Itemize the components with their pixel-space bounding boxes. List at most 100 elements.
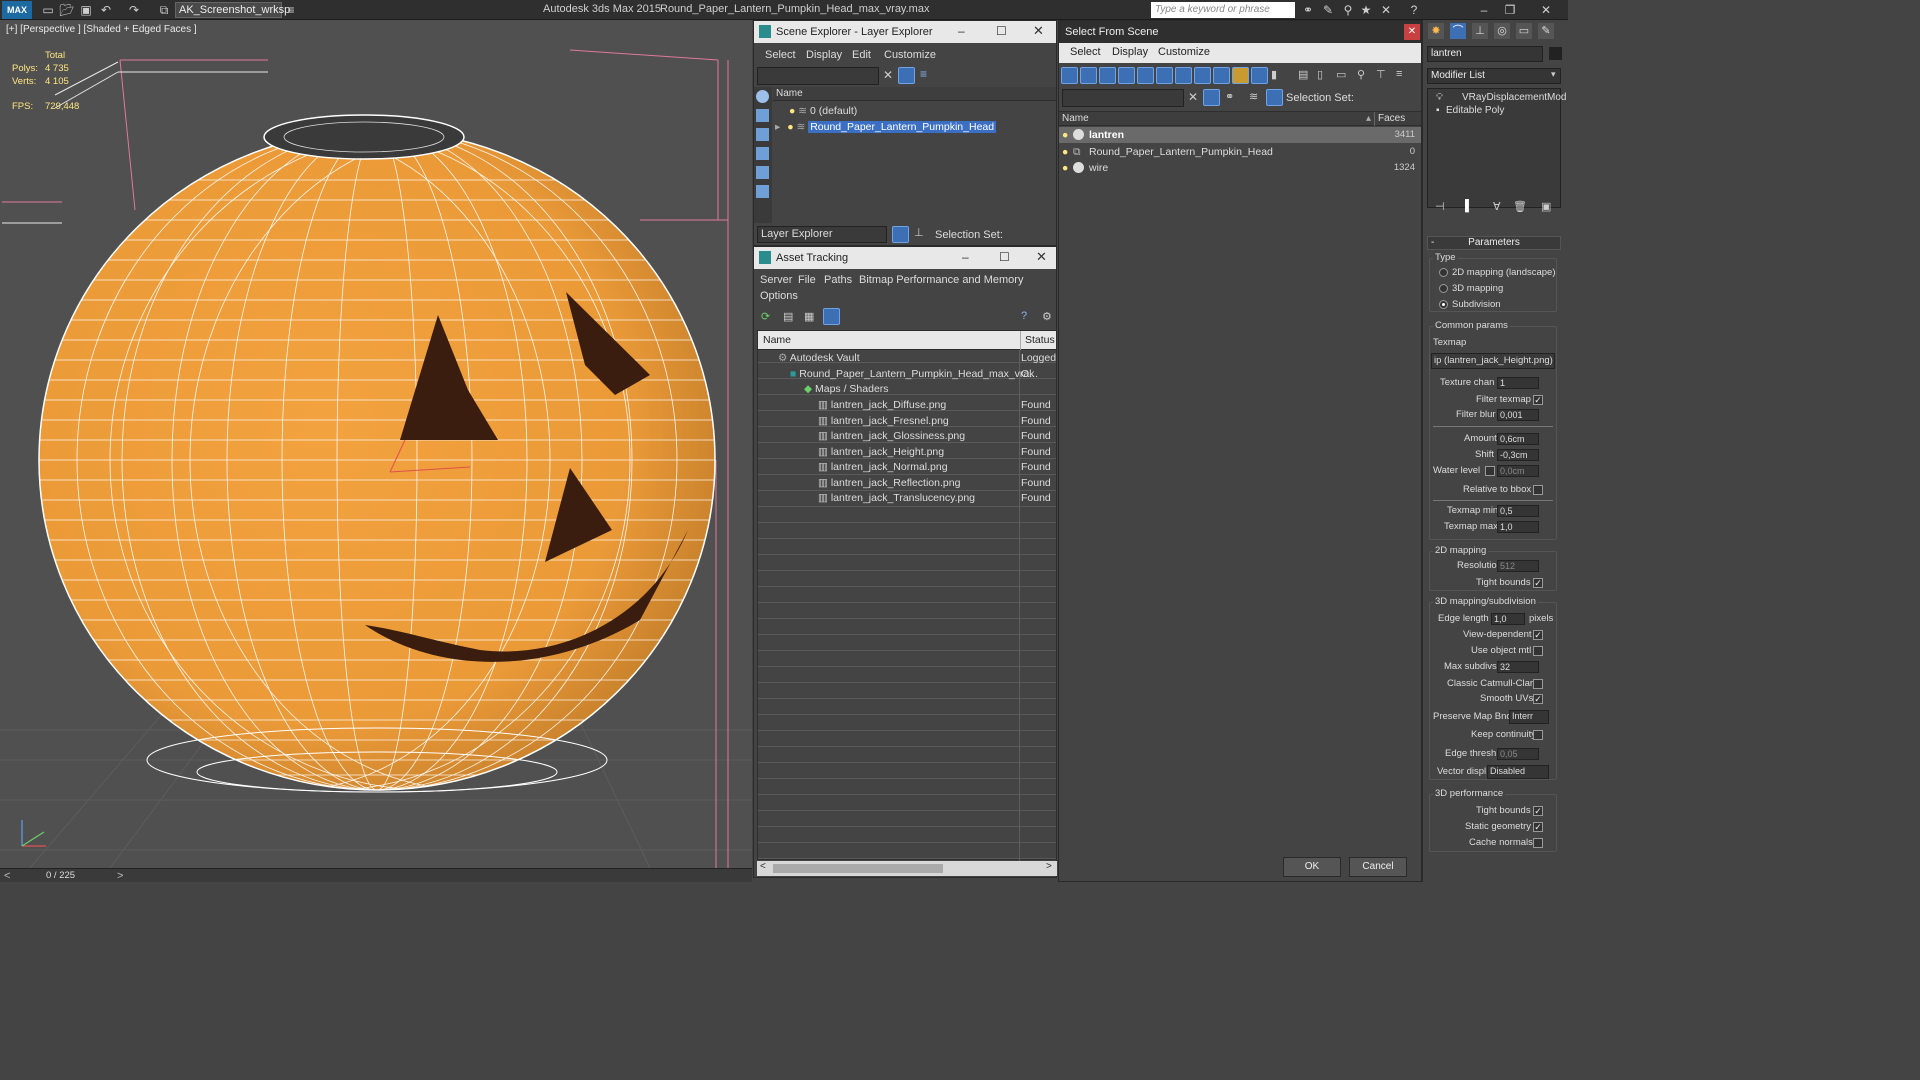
open-file-icon[interactable]: 📂︎: [59, 2, 75, 18]
restore-window-icon[interactable]: ❐: [1502, 2, 1518, 18]
menu-display[interactable]: Display: [806, 49, 842, 61]
view-dependent-checkbox[interactable]: ✓: [1533, 630, 1543, 640]
layer-explorer-toggle-icon[interactable]: [892, 226, 909, 243]
filter-icon[interactable]: [1203, 89, 1220, 106]
refresh-icon[interactable]: ⟳: [761, 310, 770, 323]
name-column-header[interactable]: Name: [763, 331, 791, 350]
light-bulb-icon[interactable]: ●: [1062, 127, 1068, 143]
menu-display[interactable]: Display: [1112, 46, 1148, 58]
menu-options[interactable]: Options: [760, 290, 798, 302]
clear-search-icon[interactable]: ✕: [1188, 90, 1198, 104]
scroll-right-icon[interactable]: >: [1046, 861, 1052, 872]
asset-row[interactable]: ▥ lantren_jack_Height.png Found: [758, 444, 1056, 460]
helpers-filter-icon[interactable]: [1137, 67, 1154, 84]
geometry-filter-icon[interactable]: [756, 90, 769, 103]
light-bulb-icon[interactable]: ●: [1062, 144, 1068, 160]
collapse-icon[interactable]: -: [1431, 237, 1434, 249]
menu-customize[interactable]: Customize: [1158, 46, 1210, 58]
layer-row-lantern[interactable]: ▸ ● ≋ Round_Paper_Lantern_Pumpkin_Head: [773, 119, 1056, 135]
sort-ascending-icon[interactable]: ▴: [1366, 112, 1371, 126]
texture-chan-spinner[interactable]: 1: [1497, 377, 1539, 389]
spacewarps-filter-icon[interactable]: [1156, 67, 1173, 84]
thumbnail-view-icon[interactable]: ▦: [804, 310, 814, 323]
resolution-spinner[interactable]: 512: [1497, 560, 1539, 572]
smooth-uvs-checkbox[interactable]: ✓: [1533, 694, 1543, 704]
minimize-window-icon[interactable]: –: [1476, 2, 1492, 18]
cameras-filter-icon[interactable]: [1118, 67, 1135, 84]
max-subdivs-spinner[interactable]: 32: [1497, 661, 1539, 673]
expand-arrow-icon[interactable]: ▸: [775, 121, 780, 133]
object-row[interactable]: ● wire 1324: [1059, 160, 1421, 176]
spacewarps-filter-icon[interactable]: [756, 185, 769, 198]
invert-display-icon[interactable]: ▭: [1336, 68, 1346, 81]
new-file-icon[interactable]: ▭: [40, 2, 56, 18]
amount-spinner[interactable]: 0,6cm: [1497, 433, 1539, 445]
lights-filter-icon[interactable]: [1099, 67, 1116, 84]
modifier-list-dropdown[interactable]: Modifier List: [1427, 68, 1561, 84]
faces-column-header[interactable]: Faces: [1374, 112, 1405, 126]
search-input[interactable]: Type a keyword or phrase: [1151, 2, 1295, 18]
hidden-filter-icon[interactable]: ▮: [1271, 68, 1277, 81]
containers-filter-icon[interactable]: [1232, 67, 1249, 84]
filter-texmap-checkbox[interactable]: ✓: [1533, 395, 1543, 405]
link-icon[interactable]: ⚭: [1225, 90, 1234, 103]
cache-normals-checkbox[interactable]: [1533, 838, 1543, 848]
maximize-icon[interactable]: ☐: [999, 250, 1010, 264]
exchange-icon[interactable]: ✕: [1378, 2, 1394, 18]
save-icon[interactable]: ▣: [78, 2, 94, 18]
asset-row[interactable]: ◆ Maps / Shaders: [758, 381, 1056, 397]
menu-paths[interactable]: Paths: [824, 274, 852, 286]
menu-bitmap-performance[interactable]: Bitmap Performance and Memory: [859, 274, 1023, 286]
remove-modifier-icon[interactable]: 🗑︎: [1513, 200, 1527, 213]
asset-row[interactable]: ▥ lantren_jack_Glossiness.png Found: [758, 428, 1056, 444]
shift-spinner[interactable]: -0,3cm: [1497, 449, 1539, 461]
radio-3d-mapping[interactable]: [1439, 284, 1448, 293]
layer-stack-icon[interactable]: ≋: [1249, 90, 1258, 103]
viewport-label[interactable]: [+] [Perspective ] [Shaded + Edged Faces…: [6, 24, 197, 35]
edge-thresh-spinner[interactable]: 0,05: [1497, 748, 1539, 760]
show-end-result-icon[interactable]: ▌: [1465, 200, 1473, 212]
shapes-filter-icon[interactable]: [1080, 67, 1097, 84]
scrollbar-thumb[interactable]: [773, 864, 943, 873]
redo-icon[interactable]: ↷: [126, 2, 142, 18]
time-next-icon[interactable]: >: [117, 869, 123, 883]
xrefs-filter-icon[interactable]: [1194, 67, 1211, 84]
frozen-filter-icon[interactable]: [1251, 67, 1268, 84]
filter-blur-spinner[interactable]: 0,001: [1497, 409, 1539, 421]
bones-filter-icon[interactable]: [1213, 67, 1230, 84]
layer-row-default[interactable]: ● ≋ 0 (default): [773, 103, 1056, 119]
time-slider[interactable]: < 0 / 225 >: [0, 868, 752, 882]
columns-icon[interactable]: ≡: [1396, 68, 1402, 80]
app-logo[interactable]: MAX: [2, 1, 32, 19]
cancel-button[interactable]: Cancel: [1349, 857, 1407, 877]
list-view-icon[interactable]: ▤: [783, 310, 793, 323]
workspace-dropdown[interactable]: AK_Screenshot_wrksp: [175, 2, 290, 18]
filter-icon[interactable]: [898, 67, 915, 84]
texmap-max-spinner[interactable]: 1,0: [1497, 521, 1539, 533]
preserve-map-dropdown[interactable]: Interr: [1509, 710, 1549, 724]
status-column-header[interactable]: Status: [1020, 331, 1055, 350]
asset-row[interactable]: ▥ lantren_jack_Diffuse.png Found: [758, 397, 1056, 413]
light-bulb-icon[interactable]: ●: [789, 105, 795, 117]
menu-server[interactable]: Server: [760, 274, 792, 286]
display-tab-icon[interactable]: ▭: [1516, 23, 1532, 39]
groups-filter-icon[interactable]: [1175, 67, 1192, 84]
tight-bounds-checkbox[interactable]: ✓: [1533, 578, 1543, 588]
asset-row[interactable]: ⚙︎ Autodesk Vault Logged: [758, 350, 1056, 366]
close-window-icon[interactable]: ✕: [1538, 2, 1554, 18]
hierarchy-tab-icon[interactable]: ⊥: [1472, 23, 1488, 39]
asset-row[interactable]: ▥ lantren_jack_Fresnel.png Found: [758, 413, 1056, 429]
binoculars-icon[interactable]: ⚭: [1300, 2, 1316, 18]
menu-select[interactable]: Select: [765, 49, 796, 61]
display-none-icon[interactable]: ▯: [1317, 68, 1323, 81]
texmap-min-spinner[interactable]: 0,5: [1497, 505, 1539, 517]
static-geometry-checkbox[interactable]: ✓: [1533, 822, 1543, 832]
scroll-left-icon[interactable]: <: [760, 861, 766, 872]
help-icon[interactable]: ?: [1021, 310, 1027, 322]
vector-displ-dropdown[interactable]: Disabled: [1487, 765, 1549, 779]
project-folder-icon[interactable]: ⧉: [156, 2, 172, 18]
edge-length-spinner[interactable]: 1,0: [1491, 613, 1525, 625]
find-field[interactable]: [1062, 89, 1184, 107]
radio-2d-mapping[interactable]: [1439, 268, 1448, 277]
use-object-mtl-checkbox[interactable]: [1533, 646, 1543, 656]
